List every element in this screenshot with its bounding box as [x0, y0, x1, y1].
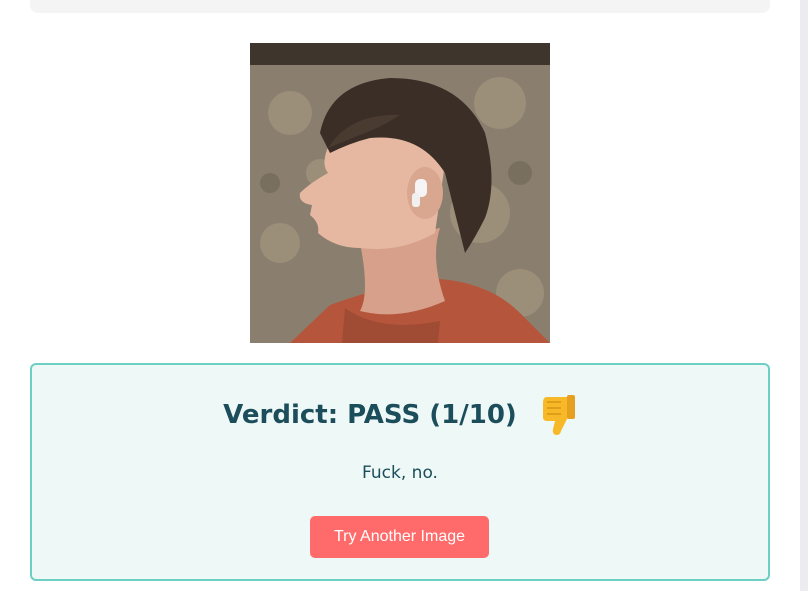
verdict-message: Fuck, no. [362, 463, 438, 483]
verdict-title: Verdict: PASS (1/10) [223, 400, 517, 430]
verdict-header: Verdict: PASS (1/10) [32, 395, 768, 435]
uploaded-photo [250, 43, 550, 343]
thumbs-down-icon [539, 393, 577, 437]
scrollbar[interactable] [800, 0, 808, 591]
previous-card [30, 0, 770, 13]
try-another-image-button[interactable]: Try Another Image [310, 516, 489, 558]
verdict-card: Verdict: PASS (1/10) Fuck, no. Try Anoth… [30, 363, 770, 581]
